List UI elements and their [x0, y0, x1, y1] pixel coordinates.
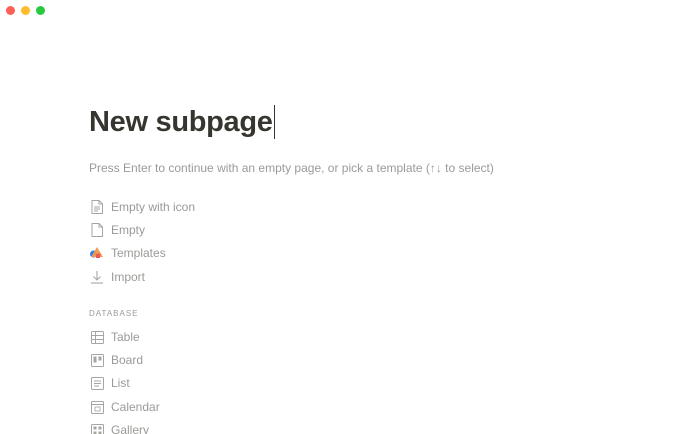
table-icon — [89, 329, 105, 345]
board-icon — [89, 352, 105, 368]
option-label: Board — [111, 353, 144, 367]
option-calendar[interactable]: Calendar — [89, 397, 168, 417]
gallery-icon — [89, 422, 105, 434]
option-empty[interactable]: Empty — [89, 220, 153, 240]
option-label: Gallery — [111, 423, 150, 434]
option-board[interactable]: Board — [89, 350, 151, 370]
page-with-text-icon — [89, 199, 105, 215]
app-window: New subpage Press Enter to continue with… — [0, 0, 688, 434]
minimize-window-button[interactable] — [21, 6, 30, 15]
import-arrow-icon — [89, 269, 105, 285]
page-title[interactable]: New subpage — [89, 104, 273, 140]
maximize-window-button[interactable] — [36, 6, 45, 15]
page-icon — [89, 222, 105, 238]
templates-shapes-icon — [89, 245, 105, 261]
option-label: Import — [111, 270, 146, 284]
close-window-button[interactable] — [6, 6, 15, 15]
page-title-field[interactable]: New subpage — [89, 104, 275, 140]
calendar-icon — [89, 399, 105, 415]
option-label: Empty with icon — [111, 200, 196, 214]
option-label: Table — [111, 330, 140, 344]
template-hint: Press Enter to continue with an empty pa… — [89, 161, 494, 175]
option-label: Templates — [111, 246, 166, 260]
option-gallery[interactable]: Gallery — [89, 420, 157, 434]
option-templates[interactable]: Templates — [89, 243, 174, 263]
database-section-header: DATABASE — [89, 309, 139, 318]
window-controls — [6, 6, 45, 15]
option-list[interactable]: List — [89, 373, 138, 393]
option-import[interactable]: Import — [89, 267, 153, 287]
text-caret — [273, 105, 275, 139]
option-label: Empty — [111, 223, 146, 237]
option-empty-with-icon[interactable]: Empty with icon — [89, 197, 203, 217]
option-label: List — [111, 376, 130, 390]
list-icon — [89, 375, 105, 391]
option-label: Calendar — [111, 400, 160, 414]
option-table[interactable]: Table — [89, 327, 148, 347]
